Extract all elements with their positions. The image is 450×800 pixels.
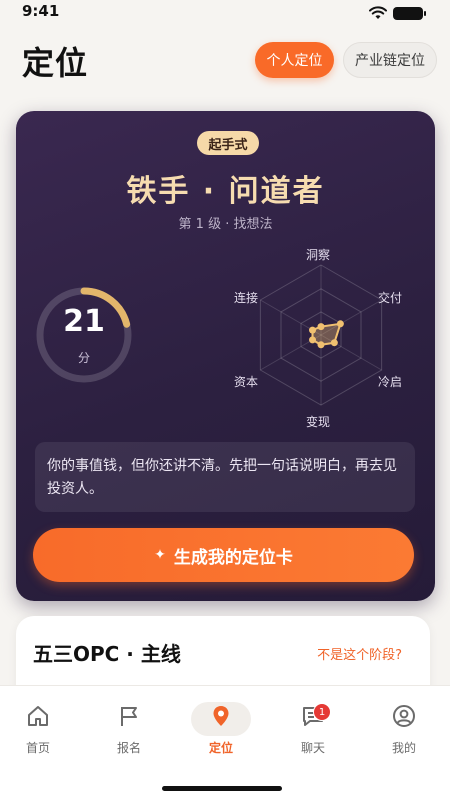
- tab-chat[interactable]: 1 聊天: [273, 686, 353, 766]
- radar-point-2: [336, 320, 344, 328]
- sparkle-icon: ✦: [154, 547, 166, 563]
- wifi-icon: [369, 6, 387, 19]
- radar-axis-label-cold-start: 冷启: [378, 375, 403, 389]
- tab-signup-label: 报名: [116, 741, 141, 755]
- advice-text: 你的事值钱，但你还讲不清。先把一句话说明白，再去见投资人。: [35, 442, 415, 512]
- tab-mine-label: 我的: [391, 741, 416, 755]
- score-value: 21: [63, 304, 105, 339]
- unread-badge: 1: [313, 703, 331, 721]
- tab-personal-positioning[interactable]: 个人定位: [255, 42, 334, 78]
- tab-mine[interactable]: 我的: [364, 686, 444, 766]
- radar-point-1: [317, 323, 325, 331]
- radar-point-5: [309, 336, 317, 344]
- user-icon: [393, 705, 415, 727]
- home-indicator: [162, 786, 282, 791]
- change-stage-link[interactable]: 不是这个阶段?: [317, 644, 402, 663]
- tab-industry-chain-positioning[interactable]: 产业链定位: [343, 42, 437, 78]
- tab-home[interactable]: 首页: [0, 686, 78, 766]
- page-title: 定位: [22, 44, 89, 82]
- generate-positioning-card-button[interactable]: ✦ 生成我的定位卡: [33, 528, 414, 582]
- level-subtitle: 第 1 级 · 找想法: [178, 217, 273, 232]
- radar-chart: [259, 264, 383, 406]
- status-bar: 9:41: [0, 0, 450, 24]
- tab-chat-label: 聊天: [300, 741, 325, 755]
- bottom-tab-bar: 首页 报名 定位 1 聊天 我的: [0, 685, 450, 800]
- battery-icon: [393, 7, 426, 20]
- positioning-card: 起手式 铁手 · 问道者 第 1 级 · 找想法 21 分 洞察 交付 冷启 变…: [16, 111, 435, 601]
- mainline-title: 五三OPC · 主线: [33, 642, 181, 666]
- score-unit: 分: [77, 351, 90, 365]
- radar-axis-label-insight: 洞察: [306, 248, 331, 262]
- location-pin-icon: [213, 706, 229, 726]
- radar-point-6: [309, 326, 317, 334]
- home-icon: [28, 706, 48, 726]
- tab-home-label: 首页: [25, 741, 50, 755]
- radar-axis-label-connection: 连接: [234, 291, 259, 305]
- radar-axis-label-delivery: 交付: [378, 291, 403, 305]
- tab-positioning[interactable]: 定位: [181, 686, 261, 766]
- flag-icon: [121, 707, 137, 726]
- stage-badge: 起手式: [197, 131, 259, 155]
- radar-axis-label-monetization: 变现: [306, 415, 331, 429]
- tab-positioning-label: 定位: [208, 741, 233, 755]
- radar-point-4: [317, 341, 325, 349]
- persona-title: 铁手 · 问道者: [126, 174, 325, 209]
- generate-button-label: 生成我的定位卡: [173, 547, 293, 568]
- radar-point-3: [330, 339, 338, 347]
- status-time: 9:41: [22, 2, 60, 20]
- tab-signup[interactable]: 报名: [89, 686, 169, 766]
- radar-axis-label-capital: 资本: [234, 375, 259, 389]
